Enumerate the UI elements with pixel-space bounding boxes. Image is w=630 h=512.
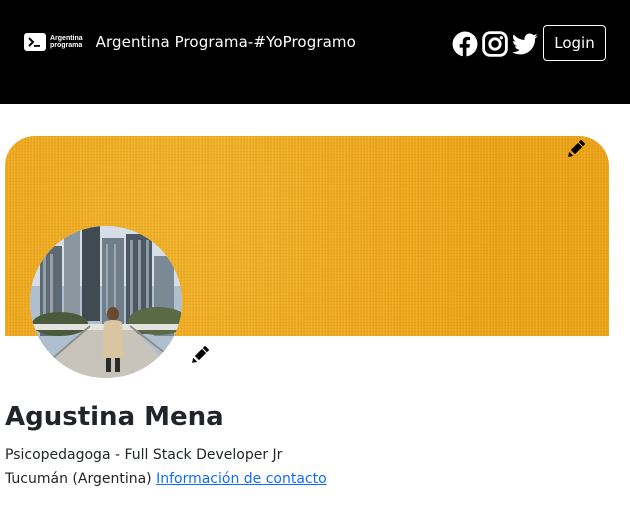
navbar: Argentina programa Argentina Programa-#Y… [0, 0, 630, 104]
pencil-icon[interactable] [567, 140, 585, 158]
location-text: Tucumán (Argentina) [5, 471, 152, 487]
instagram-icon[interactable] [482, 31, 508, 57]
avatar [30, 226, 182, 378]
contact-info-link[interactable]: Información de contacto [156, 471, 327, 487]
profile-headline: Psicopedagoga - Full Stack Developer Jr [5, 447, 283, 463]
argentina-programa-logo: Argentina programa [24, 33, 83, 51]
site-title: Argentina Programa-#YoProgramo [95, 33, 356, 51]
social-links [452, 31, 542, 57]
profile-location-line: Tucumán (Argentina) Información de conta… [5, 471, 327, 487]
terminal-icon [24, 33, 46, 51]
logo-text-line2: programa [50, 42, 83, 49]
brand-link[interactable]: Argentina programa Argentina Programa-#Y… [24, 33, 356, 51]
profile-name: Agustina Mena [5, 402, 224, 432]
logo-text-line1: Argentina [50, 35, 83, 42]
facebook-icon[interactable] [452, 31, 478, 57]
login-button[interactable]: Login [543, 25, 606, 61]
pencil-icon[interactable] [191, 346, 209, 364]
twitter-icon[interactable] [512, 31, 538, 57]
